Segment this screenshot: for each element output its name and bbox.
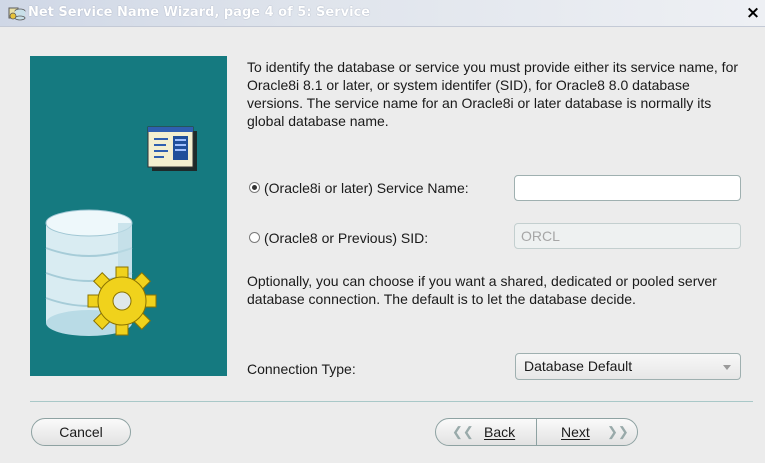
wizard-app-icon — [8, 7, 26, 21]
next-button[interactable]: Next ❯❯ — [537, 419, 637, 445]
service-name-label: (Oracle8i or later) Service Name: — [264, 180, 469, 196]
wizard-illustration — [30, 56, 227, 376]
connection-type-value: Database Default — [524, 358, 633, 374]
service-name-input[interactable] — [514, 175, 741, 201]
back-button[interactable]: ❮❮ Back — [436, 419, 536, 445]
intro-description: To identify the database or service you … — [247, 59, 739, 129]
connection-type-label: Connection Type: — [247, 361, 356, 377]
next-button-label: Next — [561, 424, 590, 440]
title-bar: Net Service Name Wizard, page 4 of 5: Se… — [0, 0, 765, 27]
connection-description: Optionally, you can choose if you want a… — [247, 273, 717, 307]
document-icon — [147, 126, 197, 171]
window-title: Net Service Name Wizard, page 4 of 5: Se… — [28, 5, 371, 20]
sid-radio[interactable] — [249, 232, 260, 243]
sid-label: (Oracle8 or Previous) SID: — [264, 230, 429, 246]
service-name-radio[interactable] — [249, 182, 260, 193]
connection-type-select[interactable]: Database Default — [515, 353, 741, 380]
cancel-button[interactable]: Cancel — [31, 418, 131, 446]
close-icon[interactable]: × — [745, 4, 761, 22]
chevron-right-icon: ❯❯ — [607, 424, 629, 439]
sid-input[interactable] — [514, 223, 741, 249]
chevron-left-icon: ❮❮ — [452, 424, 474, 439]
database-gear-illustration — [45, 126, 197, 336]
gear-icon — [87, 266, 157, 336]
back-button-label: Back — [484, 424, 516, 440]
divider — [30, 401, 753, 402]
navigation-button-group: ❮❮ Back Next ❯❯ — [435, 418, 638, 446]
chevron-down-icon — [723, 365, 731, 370]
